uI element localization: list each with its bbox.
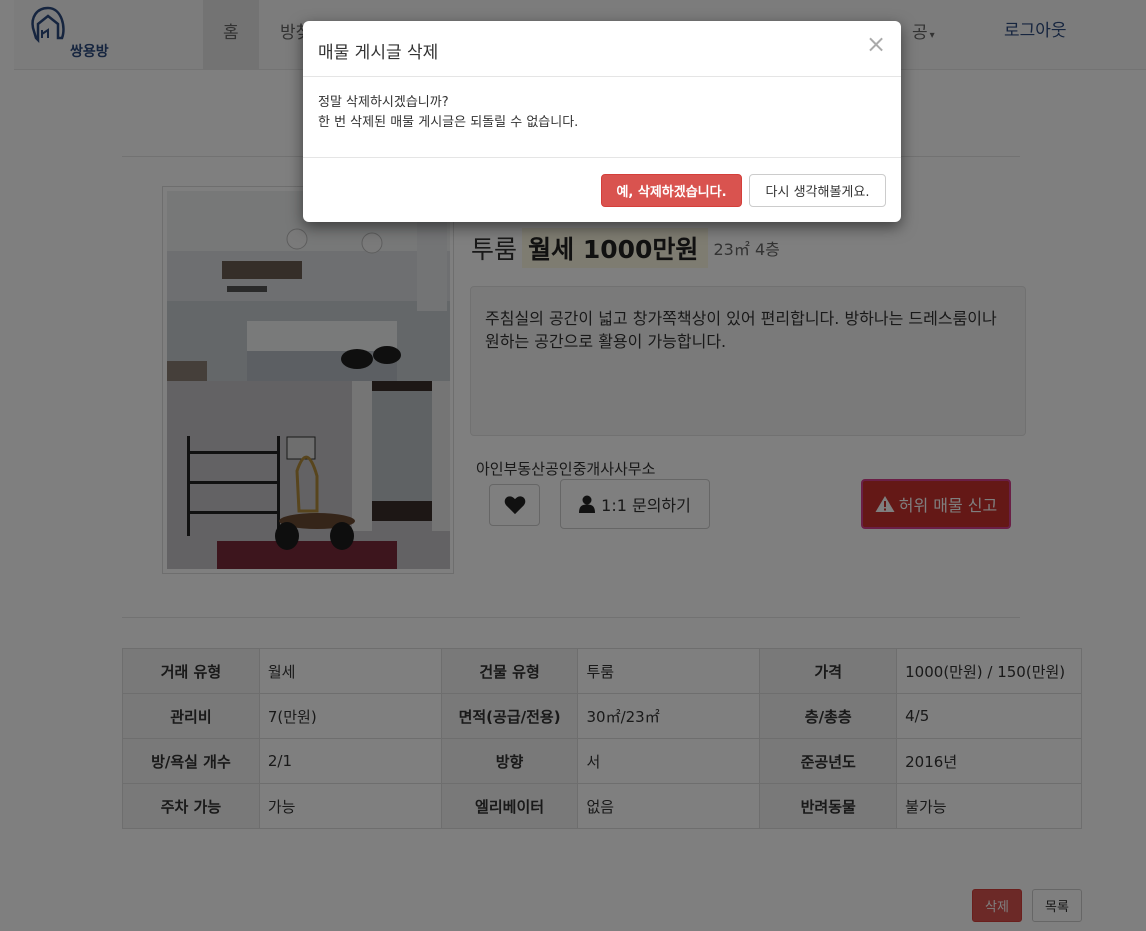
modal-header: 매물 게시글 삭제 × [303,21,901,77]
close-icon[interactable]: × [866,32,886,56]
modal-message-line2: 한 번 삭제된 매물 게시글은 되돌릴 수 없습니다. [318,115,579,130]
modal-footer: 예, 삭제하겠습니다. 다시 생각해볼게요. [303,157,901,222]
modal-message-line1: 정말 삭제하시겠습니까? [318,95,449,110]
modal-title: 매물 게시글 삭제 [318,43,439,63]
cancel-button[interactable]: 다시 생각해볼게요. [749,174,886,207]
modal-body: 정말 삭제하시겠습니까? 한 번 삭제된 매물 게시글은 되돌릴 수 없습니다. [318,93,578,133]
confirm-delete-button[interactable]: 예, 삭제하겠습니다. [601,174,742,207]
delete-confirm-modal: 매물 게시글 삭제 × 정말 삭제하시겠습니까? 한 번 삭제된 매물 게시글은… [303,21,901,222]
